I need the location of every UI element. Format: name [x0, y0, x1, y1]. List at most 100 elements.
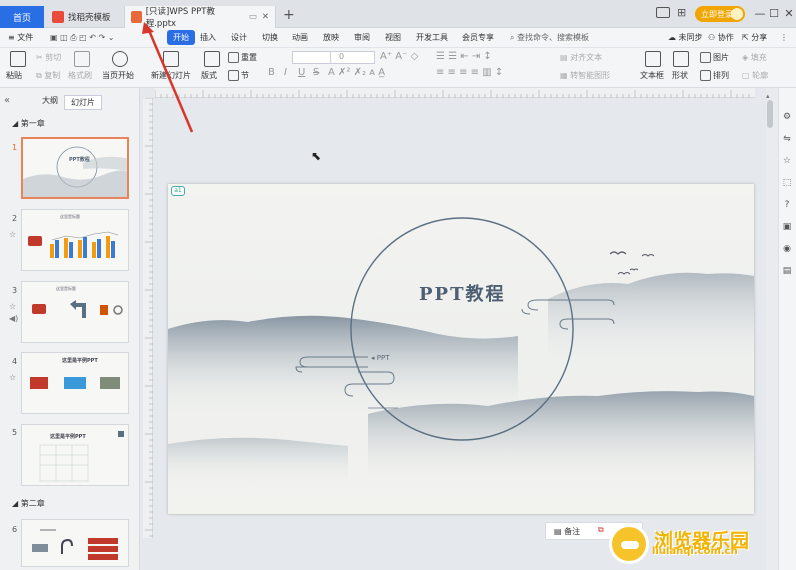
arrange-label: 排列	[713, 71, 729, 80]
file-menu[interactable]: ≡ 文件	[8, 28, 33, 48]
reset-label: 重置	[241, 53, 257, 62]
from-current-button[interactable]: 当页开始	[102, 70, 134, 81]
apps-icon[interactable]: ⊞	[677, 6, 686, 19]
slide-tag-badge[interactable]: a1	[171, 186, 185, 196]
tab-outline[interactable]: 大纲	[42, 95, 58, 106]
pin-icon[interactable]: ▭	[249, 12, 257, 22]
cut-button[interactable]: ✂ 剪切	[36, 52, 61, 63]
adjust-icon[interactable]: ⇋	[782, 134, 792, 144]
fill-button[interactable]: ◈ 填充	[742, 52, 767, 63]
strike-button[interactable]: S	[313, 67, 319, 78]
font-effects-icons[interactable]: A ✗² ✗₂ ᴀ A̲	[328, 67, 385, 78]
scroll-up-icon[interactable]: ▴	[766, 92, 770, 100]
slide-thumbnail[interactable]: 这里是平例PPT	[21, 352, 129, 414]
help-icon[interactable]: ?	[782, 200, 792, 210]
slide-thumbnail[interactable]: 这里是标题	[21, 209, 129, 271]
format-painter-icon[interactable]	[74, 51, 90, 67]
align-text-button[interactable]: ▤ 对齐文本	[560, 52, 602, 63]
avatar	[731, 8, 743, 20]
annotation-arrow	[142, 22, 194, 133]
share-button[interactable]: ⇱ 分享	[742, 28, 767, 48]
paste-button[interactable]: 粘贴	[6, 70, 22, 81]
select-icon[interactable]: ⬚	[782, 178, 792, 188]
property-icon[interactable]: ⚙	[782, 112, 792, 122]
collapse-panel-icon[interactable]: «	[4, 95, 10, 106]
font-grow-icon[interactable]: A⁺ A⁻ ◇	[380, 51, 418, 62]
animation-star-icon: ☆	[9, 373, 17, 382]
cut-label: 剪切	[45, 53, 62, 62]
slide-artwork	[168, 217, 754, 484]
tab-home[interactable]: 首页	[0, 6, 44, 28]
location-icon[interactable]: ◉	[782, 244, 792, 254]
horizontal-ruler	[154, 88, 755, 98]
quick-access-icons[interactable]: ▣ ◫ ⎙ ◰ ↶ ↷ ⌄	[50, 28, 114, 48]
arrange-button[interactable]: 排列	[700, 70, 729, 81]
notes-button[interactable]: ▤ 备注	[554, 526, 580, 537]
more-icon[interactable]: ⋮	[780, 28, 788, 48]
animation-icon[interactable]: ☆	[782, 156, 792, 166]
close-tab-icon[interactable]: ✕	[262, 12, 269, 22]
tab-review[interactable]: 审阅	[354, 28, 370, 48]
copy-button[interactable]: ⧉ 复制	[36, 70, 60, 81]
section-chapter-2[interactable]: ◢ 第二章	[12, 498, 45, 509]
reset-button[interactable]: 重置	[228, 52, 257, 63]
new-tab-button[interactable]: +	[283, 7, 295, 23]
close-window-button[interactable]: ✕	[781, 6, 796, 22]
align-text-label: 对齐文本	[570, 53, 603, 62]
section-chapter-1[interactable]: ◢ 第一章	[12, 118, 45, 129]
login-button[interactable]: 立即登录	[695, 6, 745, 22]
slide-thumbnail[interactable]: PPT教程	[21, 137, 129, 199]
slide-4-title: 这里是平例PPT	[62, 358, 98, 364]
image-icon[interactable]: ▣	[782, 222, 792, 232]
tab-design[interactable]: 设计	[231, 28, 247, 48]
textbox-icon[interactable]	[645, 51, 661, 67]
shape-button[interactable]: 形状	[672, 70, 688, 81]
docer-icon	[52, 11, 64, 23]
shape-icon[interactable]	[673, 51, 689, 67]
slide-thumbnail[interactable]	[21, 519, 129, 567]
slide-number: 4	[12, 357, 18, 366]
collab-button[interactable]: ⚇ 协作	[708, 28, 734, 48]
tab-slides[interactable]: 幻灯片	[64, 95, 102, 110]
picture-button[interactable]: 图片	[700, 52, 729, 63]
slide-title[interactable]: PPT教程	[419, 280, 505, 306]
format-painter-button[interactable]: 格式刷	[68, 70, 92, 81]
vertical-scrollbar[interactable]	[767, 100, 773, 128]
tab-member[interactable]: 会员专享	[462, 28, 494, 48]
tab-template-label: 找稻壳模板	[68, 13, 111, 23]
share-label: 分享	[751, 33, 768, 42]
italic-button[interactable]: I	[284, 67, 287, 78]
layout-icon[interactable]	[656, 7, 670, 18]
tab-template[interactable]: 找稻壳模板	[46, 6, 124, 28]
vertical-ruler-ticks	[145, 97, 153, 537]
font-size-select[interactable]: 0	[330, 51, 375, 64]
section-button[interactable]: 节	[228, 70, 249, 81]
comment-icon[interactable]: ⧉	[598, 525, 604, 535]
book-icon[interactable]: ▤	[782, 266, 792, 276]
convert-smartart-button[interactable]: ▦ 转智能图形	[560, 70, 610, 81]
tab-animation[interactable]: 动画	[292, 28, 308, 48]
sync-status[interactable]: ☁ 未同步	[668, 28, 703, 48]
maximize-button[interactable]: ☐	[766, 6, 782, 22]
slide-thumbnail[interactable]: 这里是标题	[21, 281, 129, 343]
tab-view[interactable]: 视图	[385, 28, 401, 48]
outline-button[interactable]: ▢ 轮廓	[742, 70, 768, 81]
reset-icon	[228, 52, 239, 63]
slide-thumbnail[interactable]: 这里是平例PPT	[21, 424, 129, 486]
slide-3-title: 这里是标题	[56, 286, 76, 291]
vertical-ruler	[143, 97, 153, 538]
tab-transition[interactable]: 切换	[262, 28, 278, 48]
command-search[interactable]: ⌕ 查找命令、搜索模板	[510, 30, 589, 45]
bold-button[interactable]: B	[268, 67, 275, 78]
tab-slideshow[interactable]: 放映	[323, 28, 339, 48]
list-icons[interactable]: ☰ ☰ ⇤ ⇥ ↕	[436, 51, 492, 62]
paste-icon[interactable]	[10, 51, 26, 67]
slide-subtitle[interactable]: ◂ PPT	[371, 354, 389, 362]
play-icon[interactable]	[112, 51, 128, 67]
underline-button[interactable]: U	[298, 67, 305, 78]
align-icons[interactable]: ≡ ≡ ≡ ≡ ▥ ↕	[436, 67, 503, 78]
tab-developer[interactable]: 开发工具	[416, 28, 448, 48]
textbox-button[interactable]: 文本框	[640, 70, 664, 81]
slide-1-title: PPT教程	[69, 157, 90, 163]
slide-main[interactable]	[168, 184, 754, 514]
